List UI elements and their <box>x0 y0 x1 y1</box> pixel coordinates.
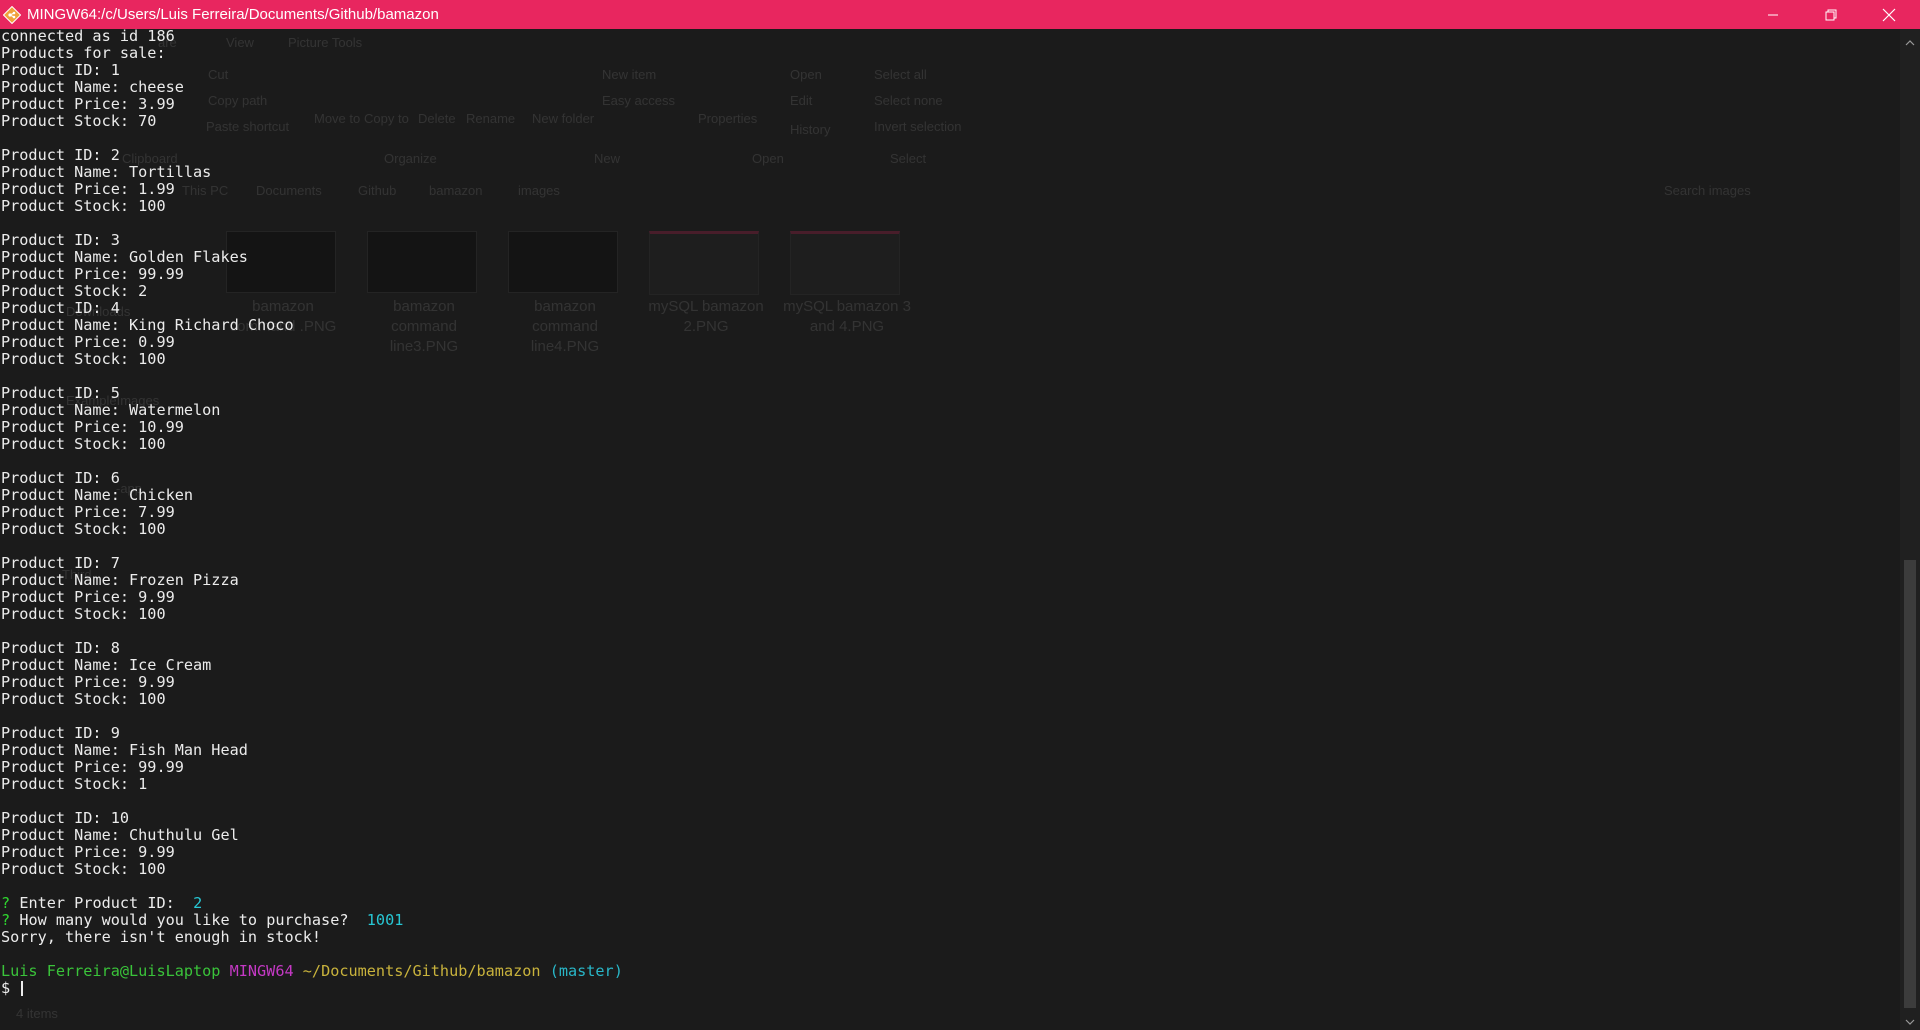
terminal-output[interactable]: connected as id 186 Products for sale: P… <box>1 28 1881 997</box>
product-name: Product Name: Golden Flakes <box>1 248 248 266</box>
shell-user: Luis Ferreira@LuisLaptop <box>1 962 221 980</box>
product-price: Product Price: 0.99 <box>1 333 175 351</box>
product-stock: Product Stock: 100 <box>1 605 166 623</box>
shell-prompt-header: Luis Ferreira@LuisLaptop MINGW64 ~/Docum… <box>1 963 1881 980</box>
product-block: Product ID: 10 Product Name: Chuthulu Ge… <box>1 810 1881 895</box>
scroll-down-button[interactable] <box>1900 1010 1920 1028</box>
product-name: Product Name: Ice Cream <box>1 656 212 674</box>
product-block: Product ID: 4 Product Name: King Richard… <box>1 300 1881 385</box>
git-branch: (master) <box>549 962 623 980</box>
product-id: Product ID: 9 <box>1 724 120 742</box>
git-diamond-icon <box>2 5 22 25</box>
restore-icon <box>1825 9 1837 21</box>
chevron-up-icon <box>1905 31 1915 50</box>
product-id: Product ID: 6 <box>1 469 120 487</box>
product-price: Product Price: 3.99 <box>1 95 175 113</box>
product-block: Product ID: 6 Product Name: Chicken Prod… <box>1 470 1881 555</box>
product-price: Product Price: 1.99 <box>1 180 175 198</box>
connection-line: connected as id 186 <box>1 27 175 45</box>
product-id: Product ID: 3 <box>1 231 120 249</box>
product-stock: Product Stock: 100 <box>1 690 166 708</box>
restore-button[interactable] <box>1802 0 1860 29</box>
product-name: Product Name: Frozen Pizza <box>1 571 239 589</box>
command-line[interactable]: $ <box>1 980 1881 997</box>
question-mark: ? <box>1 911 11 929</box>
product-id: Product ID: 5 <box>1 384 120 402</box>
product-name: Product Name: Chicken <box>1 486 194 504</box>
vertical-scrollbar[interactable] <box>1900 29 1920 1030</box>
product-block: Product ID: 1 Product Name: cheese Produ… <box>1 62 1881 147</box>
prompt-product-id: ? Enter Product ID: 2 <box>1 895 1881 912</box>
product-name: Product Name: Tortillas <box>1 163 212 181</box>
product-price: Product Price: 99.99 <box>1 265 184 283</box>
product-stock: Product Stock: 100 <box>1 197 166 215</box>
product-stock: Product Stock: 100 <box>1 350 166 368</box>
product-price: Product Price: 9.99 <box>1 588 175 606</box>
product-name: Product Name: Chuthulu Gel <box>1 826 239 844</box>
product-stock: Product Stock: 100 <box>1 520 166 538</box>
product-block: Product ID: 3 Product Name: Golden Flake… <box>1 232 1881 300</box>
product-id: Product ID: 7 <box>1 554 120 572</box>
product-block: Product ID: 8 Product Name: Ice Cream Pr… <box>1 640 1881 725</box>
window-title: MINGW64:/c/Users/Luis Ferreira/Documents… <box>27 6 439 23</box>
product-price: Product Price: 10.99 <box>1 418 184 436</box>
prompt-answer: 1001 <box>366 911 404 929</box>
close-icon <box>1882 8 1896 22</box>
text-cursor <box>21 981 24 996</box>
minimize-icon <box>1767 9 1779 21</box>
product-name: Product Name: Fish Man Head <box>1 741 248 759</box>
product-block: Product ID: 9 Product Name: Fish Man Hea… <box>1 725 1881 810</box>
product-block: Product ID: 2 Product Name: Tortillas Pr… <box>1 147 1881 232</box>
scroll-thumb[interactable] <box>1904 560 1916 1008</box>
product-id: Product ID: 1 <box>1 61 120 79</box>
prompt-quantity: ? How many would you like to purchase? 1… <box>1 912 1881 929</box>
minimize-button[interactable] <box>1744 0 1802 29</box>
prompt-question: How many would you like to purchase? <box>19 911 349 929</box>
product-name: Product Name: Watermelon <box>1 401 221 419</box>
chevron-down-icon <box>1905 1010 1915 1029</box>
prompt-answer: 2 <box>193 894 203 912</box>
product-block: Product ID: 7 Product Name: Frozen Pizza… <box>1 555 1881 640</box>
prompt-question: Enter Product ID: <box>19 894 175 912</box>
title-bar[interactable]: MINGW64:/c/Users/Luis Ferreira/Documents… <box>0 0 1920 29</box>
status-bar-count: 4 items <box>16 1006 58 1021</box>
product-stock: Product Stock: 1 <box>1 775 148 793</box>
product-stock: Product Stock: 70 <box>1 112 157 130</box>
product-name: Product Name: King Richard Choco <box>1 316 294 334</box>
product-id: Product ID: 10 <box>1 809 130 827</box>
product-id: Product ID: 2 <box>1 146 120 164</box>
product-stock: Product Stock: 100 <box>1 860 166 878</box>
question-mark: ? <box>1 894 11 912</box>
product-block: Product ID: 5 Product Name: Watermelon P… <box>1 385 1881 470</box>
product-price: Product Price: 99.99 <box>1 758 184 776</box>
product-name: Product Name: cheese <box>1 78 184 96</box>
product-id: Product ID: 4 <box>1 299 120 317</box>
product-stock: Product Stock: 100 <box>1 435 166 453</box>
product-price: Product Price: 9.99 <box>1 843 175 861</box>
products-header: Products for sale: <box>1 44 166 62</box>
scroll-up-button[interactable] <box>1900 31 1920 49</box>
product-price: Product Price: 7.99 <box>1 503 175 521</box>
shell-host: MINGW64 <box>229 962 294 980</box>
shell-prompt-symbol: $ <box>1 979 11 997</box>
product-price: Product Price: 9.99 <box>1 673 175 691</box>
product-id: Product ID: 8 <box>1 639 120 657</box>
product-stock: Product Stock: 2 <box>1 282 148 300</box>
result-message: Sorry, there isn't enough in stock! <box>1 928 322 946</box>
shell-path: ~/Documents/Github/bamazon <box>302 962 541 980</box>
close-button[interactable] <box>1860 0 1918 29</box>
